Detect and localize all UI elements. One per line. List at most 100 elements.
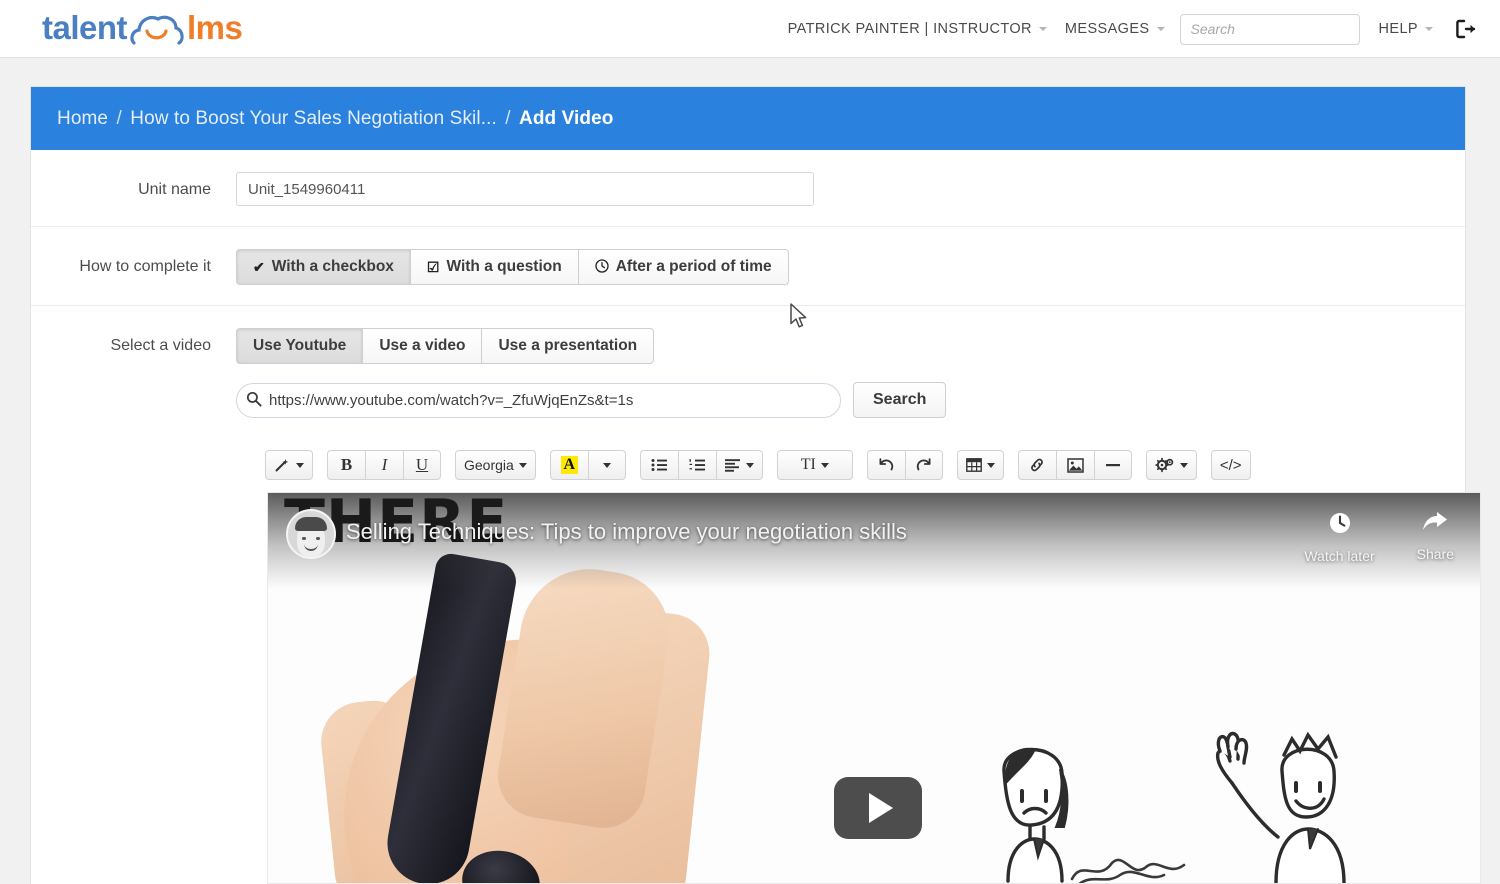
nav-help-menu[interactable]: HELP bbox=[1370, 21, 1442, 37]
unordered-list-button[interactable] bbox=[639, 450, 678, 480]
video-action-buttons: Watch later Share bbox=[1304, 511, 1454, 564]
nav-messages-label: MESSAGES bbox=[1064, 21, 1150, 37]
complete-method-field-wrap: ✔ With a checkbox ☑ With a question Afte… bbox=[236, 249, 1465, 285]
clock-icon bbox=[1328, 511, 1352, 539]
table-button[interactable] bbox=[956, 450, 1004, 480]
nav-messages-menu[interactable]: MESSAGES bbox=[1056, 21, 1174, 37]
avatar-eye bbox=[316, 537, 320, 540]
option-with-a-checkbox[interactable]: ✔ With a checkbox bbox=[236, 249, 410, 285]
option-with-a-checkbox-label: With a checkbox bbox=[271, 258, 394, 275]
unit-name-field-wrap bbox=[236, 172, 1465, 206]
link-button[interactable] bbox=[1017, 450, 1056, 480]
chevron-down-icon bbox=[602, 462, 611, 468]
youtube-play-button[interactable] bbox=[834, 777, 922, 839]
tab-use-a-video[interactable]: Use a video bbox=[362, 328, 482, 364]
chevron-down-icon bbox=[1179, 462, 1188, 468]
embedded-video-player[interactable]: THERE Selling Techniques: Tips to improv… bbox=[267, 492, 1481, 884]
ordered-list-button[interactable] bbox=[677, 450, 716, 480]
clock-icon bbox=[595, 259, 609, 275]
paragraph-format-button[interactable]: TI bbox=[776, 450, 853, 480]
toolbar-group-settings bbox=[1145, 450, 1197, 480]
horizontal-rule-icon bbox=[1105, 464, 1120, 467]
underline-icon: U bbox=[415, 455, 429, 474]
tab-use-youtube-label: Use Youtube bbox=[253, 337, 347, 354]
breadcrumb: Home / How to Boost Your Sales Negotiati… bbox=[57, 108, 614, 130]
breadcrumb-home[interactable]: Home bbox=[57, 108, 108, 129]
toolbar-group-history bbox=[866, 450, 943, 480]
bold-button[interactable]: B bbox=[327, 450, 365, 480]
text-color-icon: A bbox=[560, 456, 579, 474]
editor-toolbar: B I U Georgia A TI </> bbox=[31, 438, 1465, 490]
redo-button[interactable] bbox=[904, 450, 943, 480]
watch-later-button[interactable]: Watch later bbox=[1304, 511, 1375, 564]
tab-use-youtube[interactable]: Use Youtube bbox=[236, 328, 363, 364]
settings-gears-icon bbox=[1155, 457, 1174, 473]
chevron-down-icon bbox=[986, 462, 995, 468]
channel-avatar[interactable] bbox=[286, 509, 336, 559]
font-family-value: Georgia bbox=[464, 457, 514, 473]
page-title: Add Video bbox=[519, 107, 614, 129]
video-title[interactable]: Selling Techniques: Tips to improve your… bbox=[346, 519, 907, 545]
align-button[interactable] bbox=[715, 450, 763, 480]
underline-button[interactable]: U bbox=[403, 450, 441, 480]
form-row-complete-method: How to complete it ✔ With a checkbox ☑ W… bbox=[31, 227, 1465, 306]
text-color-button[interactable]: A bbox=[549, 450, 588, 480]
avatar-hair bbox=[295, 517, 327, 531]
video-url-input[interactable] bbox=[236, 382, 841, 418]
checkbox-question-icon: ☑ bbox=[426, 259, 440, 275]
share-button[interactable]: Share bbox=[1417, 511, 1454, 564]
video-search-button[interactable]: Search bbox=[853, 382, 947, 418]
share-arrow-icon bbox=[1422, 511, 1448, 537]
tab-use-a-video-label: Use a video bbox=[379, 337, 466, 354]
nav-user-menu[interactable]: PATRICK PAINTER | INSTRUCTOR bbox=[779, 21, 1056, 37]
talentlms-logo[interactable]: talent lms bbox=[42, 8, 243, 48]
breadcrumb-course[interactable]: How to Boost Your Sales Negotiation Skil… bbox=[130, 108, 497, 129]
paragraph-format-icon: TI bbox=[800, 456, 816, 473]
page-header: Home / How to Boost Your Sales Negotiati… bbox=[31, 87, 1465, 150]
chevron-down-icon bbox=[1156, 27, 1165, 31]
toolbar-group-table bbox=[956, 450, 1004, 480]
text-color-dropdown[interactable] bbox=[587, 450, 626, 480]
breadcrumb-separator-1: / bbox=[116, 107, 122, 129]
nav-help-label: HELP bbox=[1378, 21, 1418, 37]
top-navigation-bar: talent lms PATRICK PAINTER | INSTRUCTOR … bbox=[0, 0, 1500, 58]
option-after-a-period-of-time[interactable]: After a period of time bbox=[577, 249, 789, 285]
magic-wand-icon[interactable] bbox=[265, 450, 313, 480]
tab-use-a-presentation-label: Use a presentation bbox=[498, 337, 638, 354]
editor-settings-button[interactable] bbox=[1145, 450, 1197, 480]
doodle-man-illustration bbox=[1198, 725, 1378, 883]
image-button[interactable] bbox=[1055, 450, 1094, 480]
toolbar-group-format: B I U bbox=[327, 450, 441, 480]
check-icon: ✔ bbox=[253, 259, 265, 275]
toolbar-group-paragraph: TI bbox=[776, 450, 853, 480]
global-search-input[interactable] bbox=[1179, 13, 1360, 45]
option-with-a-question[interactable]: ☑ With a question bbox=[409, 249, 578, 285]
chevron-down-icon bbox=[1425, 27, 1433, 31]
play-triangle-icon bbox=[869, 793, 893, 823]
unit-name-input[interactable] bbox=[236, 172, 814, 206]
horizontal-rule-button[interactable] bbox=[1093, 450, 1132, 480]
undo-button[interactable] bbox=[866, 450, 905, 480]
code-view-icon: </> bbox=[1219, 456, 1242, 474]
toolbar-group-styles bbox=[265, 450, 313, 480]
code-view-button[interactable]: </> bbox=[1210, 450, 1251, 480]
form-row-unit-name: Unit name bbox=[31, 150, 1465, 227]
chevron-down-icon bbox=[518, 462, 527, 468]
align-icon bbox=[724, 459, 740, 472]
cloud-smile-icon bbox=[128, 11, 186, 45]
content-panel: Home / How to Boost Your Sales Negotiati… bbox=[30, 86, 1481, 884]
unordered-list-icon bbox=[651, 459, 667, 471]
video-url-input-wrap bbox=[236, 382, 841, 418]
tab-use-a-presentation[interactable]: Use a presentation bbox=[481, 328, 655, 364]
chevron-down-icon bbox=[745, 462, 754, 468]
toolbar-group-font: Georgia bbox=[455, 450, 536, 480]
undo-icon bbox=[879, 458, 894, 471]
font-family-select[interactable]: Georgia bbox=[455, 450, 536, 480]
logout-button[interactable] bbox=[1450, 14, 1480, 44]
rich-text-editor: B I U Georgia A TI </> THERE Selling Tec… bbox=[31, 438, 1481, 884]
whiteboard-hand-illustration bbox=[317, 551, 753, 883]
chevron-down-icon bbox=[1038, 27, 1047, 31]
video-source-button-group: Use Youtube Use a video Use a presentati… bbox=[236, 328, 655, 364]
toolbar-group-lists bbox=[639, 450, 763, 480]
italic-button[interactable]: I bbox=[365, 450, 403, 480]
